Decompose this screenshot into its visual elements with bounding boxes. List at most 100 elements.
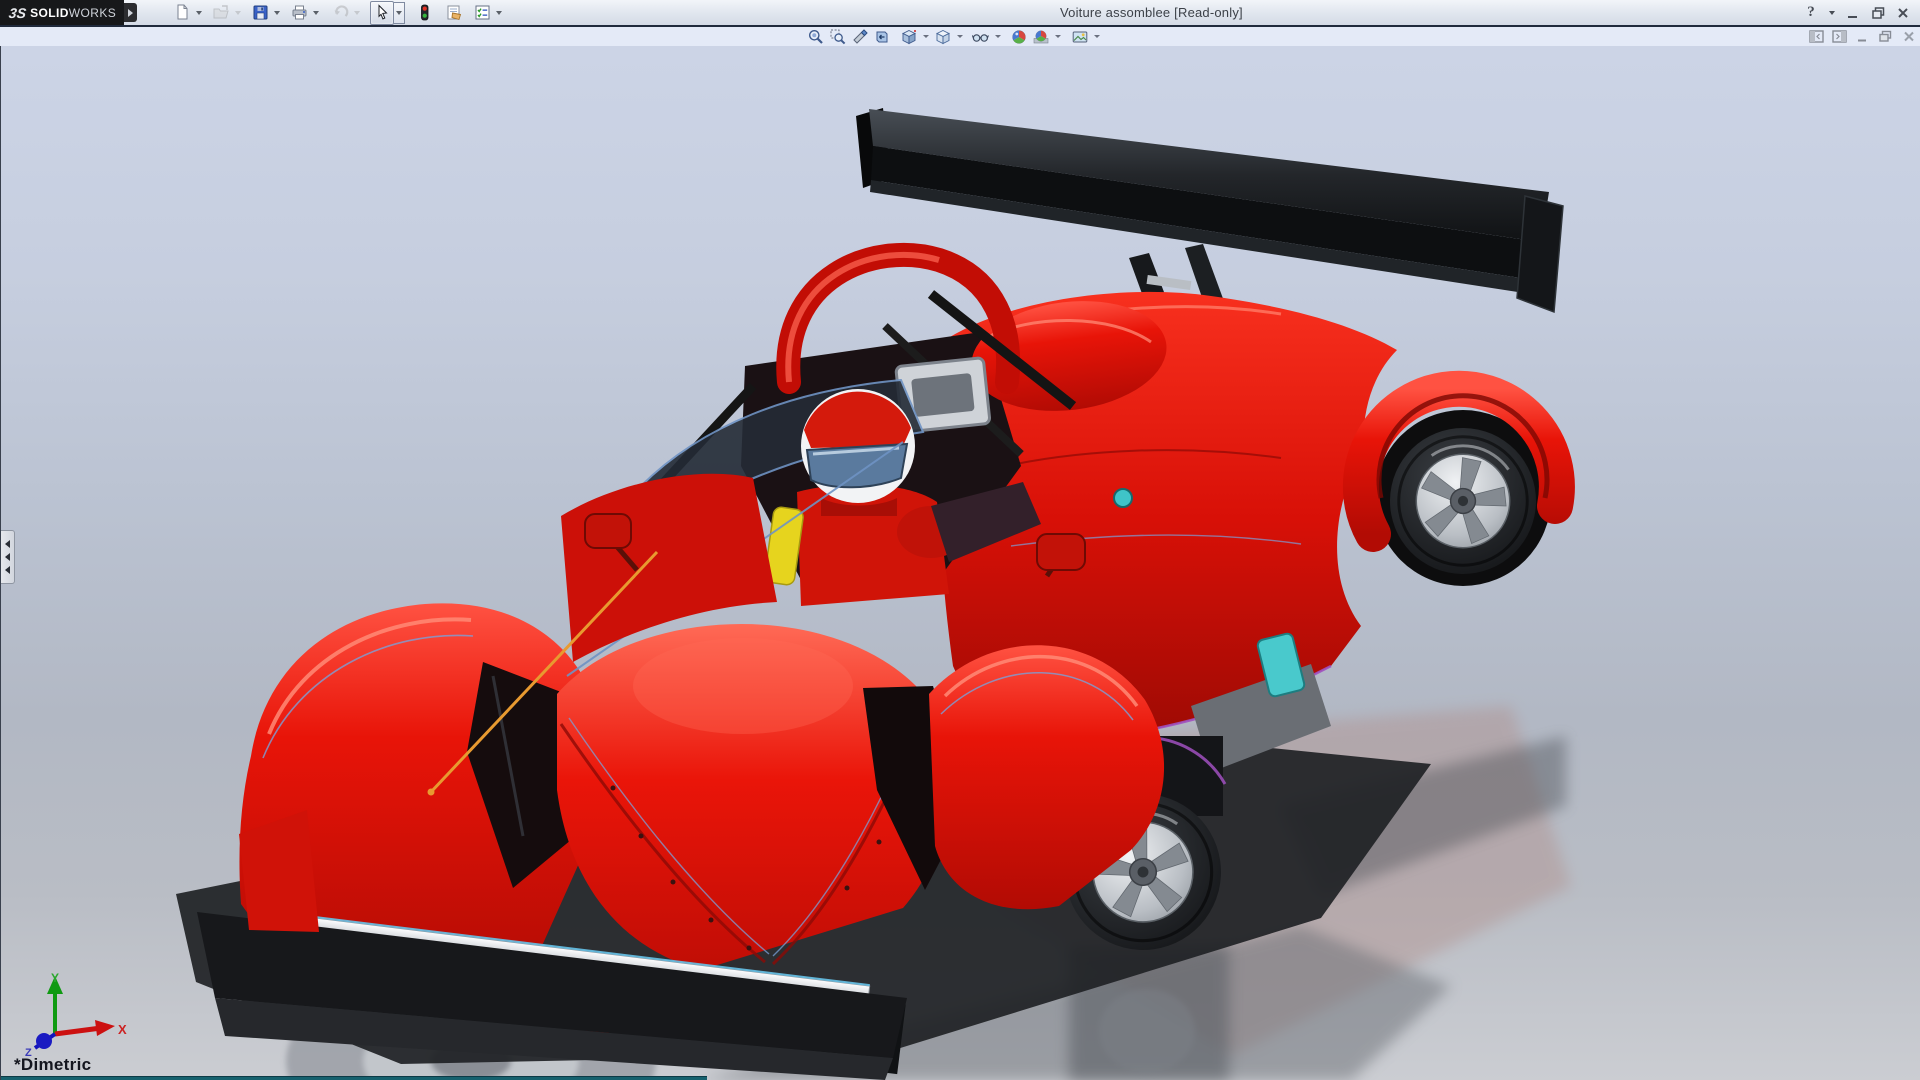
solidworks-logo-mark: 3S [8,5,27,21]
doc-restore-button[interactable] [1877,29,1894,44]
file-properties-button[interactable] [443,2,465,24]
pane-right-button[interactable] [1831,29,1848,44]
zoom-to-area-button[interactable] [828,28,847,45]
edit-appearance-button[interactable] [1009,28,1028,45]
options-dropdown[interactable] [493,2,504,24]
chevron-left-icon [5,553,10,561]
featuremanager-collapsed-tab[interactable] [1,530,15,584]
options-button[interactable] [471,2,493,24]
print-button[interactable] [288,2,310,24]
checklist-icon [474,4,491,21]
display-style-dropdown[interactable] [955,28,964,45]
restore-icon [1871,6,1886,20]
previous-view-button[interactable] [872,28,891,45]
solidworks-logo: 3S SOLIDWORKS [0,0,124,25]
save-floppy-icon [252,4,269,21]
zoom-to-fit-button[interactable] [806,28,825,45]
x-axis-label: X [118,1022,127,1037]
orientation-triad: Y X Z [19,972,129,1058]
restore-icon [1878,30,1893,43]
traffic-light-icon [416,4,433,21]
heads-up-view-toolbar [806,28,1101,45]
hide-show-items-dropdown[interactable] [993,28,1002,45]
apply-scene-button[interactable] [1031,28,1050,45]
statusbar-edge [1,1076,707,1080]
car-assembly-model[interactable] [1,46,1920,1080]
commandmanager-expand-arrow[interactable] [124,3,137,22]
main-toolbar [171,1,504,25]
new-document-button[interactable] [171,2,193,24]
scene-sphere-icon [1033,29,1049,45]
open-button[interactable] [210,2,232,24]
titlebar: 3S SOLIDWORKS [0,0,1920,25]
select-button[interactable] [370,1,394,25]
select-dropdown[interactable] [394,2,405,24]
view-settings-button[interactable] [1070,28,1089,45]
save-button[interactable] [249,2,271,24]
section-knife-icon [852,29,868,45]
solidworks-logo-text-bold: SOLID [30,6,69,20]
chevron-right-icon [128,9,133,17]
window-minimize-button[interactable] [1844,3,1862,23]
magnifier-sphere-icon [808,29,824,45]
doc-minimize-button[interactable] [1854,29,1871,44]
view-orientation-button[interactable] [899,28,918,45]
document-window-controls [1808,29,1917,44]
view-cube-icon [901,29,917,45]
hide-show-items-button[interactable] [971,28,990,45]
printer-icon [291,4,308,21]
titlebar-controls: ? [1802,0,1912,25]
previous-view-icon [874,29,890,45]
new-document-dropdown[interactable] [193,2,204,24]
display-style-cube-icon [935,29,951,45]
view-settings-icon [1072,29,1088,45]
view-orientation-dropdown[interactable] [921,28,930,45]
pane-left-icon [1809,30,1824,43]
help-button[interactable]: ? [1802,3,1820,23]
question-mark-icon: ? [1807,4,1815,21]
heads-up-strip [0,27,1920,46]
open-folder-icon [213,4,230,21]
appearance-sphere-icon [1011,29,1027,45]
eyeglasses-icon [972,29,989,45]
document-title: Voiture assomblee [Read-only] [1060,5,1243,20]
open-dropdown[interactable] [232,2,243,24]
right-mirror[interactable] [1037,534,1085,576]
apply-scene-dropdown[interactable] [1053,28,1062,45]
select-cursor-icon [374,4,391,21]
pane-left-button[interactable] [1808,29,1825,44]
view-orientation-label: *Dimetric [14,1055,91,1075]
close-icon [1896,6,1910,20]
magnifier-area-icon [830,29,846,45]
graphics-viewport[interactable]: Y X Z *Dimetric [0,46,1920,1080]
minimize-icon [1846,6,1860,20]
chevron-left-icon [5,566,10,574]
solidworks-logo-text-light: WORKS [69,6,116,20]
wing-right-endplate[interactable] [1517,196,1563,312]
y-axis-label: Y [51,972,59,985]
print-dropdown[interactable] [310,2,321,24]
help-dropdown[interactable] [1827,3,1837,23]
section-view-button[interactable] [850,28,869,45]
x-axis-arrow [95,1020,115,1036]
rebuild-button[interactable] [413,2,435,24]
new-document-icon [174,4,191,21]
undo-arrow-icon [332,4,349,21]
chevron-left-icon [5,540,10,548]
cyan-detail [1114,489,1132,507]
doc-close-button[interactable] [1900,29,1917,44]
undo-dropdown[interactable] [351,2,362,24]
z-axis-sphere [36,1033,52,1049]
window-close-button[interactable] [1894,3,1912,23]
window-restore-button[interactable] [1869,3,1887,23]
solidworks-window: 3S SOLIDWORKS [0,0,1920,1080]
undo-button[interactable] [329,2,351,24]
display-style-button[interactable] [933,28,952,45]
note-hand-icon [446,4,463,21]
save-dropdown[interactable] [271,2,282,24]
view-settings-dropdown[interactable] [1092,28,1101,45]
minimize-icon [1856,30,1870,43]
pane-right-icon [1832,30,1847,43]
close-icon [1902,30,1916,43]
chevron-down-icon [1829,11,1835,15]
